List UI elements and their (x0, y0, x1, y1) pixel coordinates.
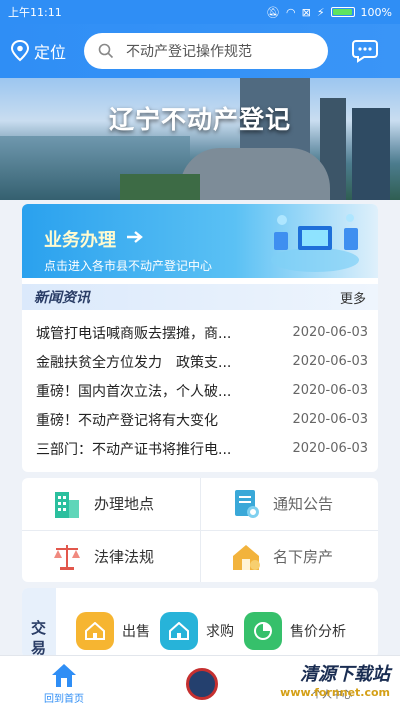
search-placeholder: 不动产登记操作规范 (126, 44, 252, 60)
trade-section: 交易 出售 求购 售价分析 (22, 588, 378, 658)
banner-park (120, 174, 200, 200)
news-item[interactable]: 城管打电话喊商贩去摆摊，商... 2020-06-03 (36, 318, 368, 347)
grid-item-office-location[interactable]: 办理地点 (22, 478, 199, 529)
news-item-date: 2020-06-03 (292, 354, 368, 369)
service-illustration (271, 214, 359, 272)
trade-item-sell[interactable]: 出售 (76, 612, 150, 650)
news-item-title: 城管打电话喊商贩去摆摊，商... (36, 325, 232, 342)
watermark-url: www.fornnet.com (280, 686, 390, 699)
house-icon (160, 612, 198, 650)
charging-icon: ⚡︎ (316, 5, 325, 19)
tab-home-label: 回到首页 (44, 694, 84, 705)
house-icon (76, 612, 114, 650)
search-input[interactable]: 不动产登记操作规范 (84, 33, 328, 69)
battery-icon (330, 7, 355, 17)
watermark: 清源下载站 www.fornnet.com (280, 660, 390, 699)
emblem-icon[interactable] (186, 668, 218, 700)
location-pin-icon (10, 40, 30, 62)
chat-bubble-icon (352, 40, 378, 63)
building-icon (50, 487, 84, 521)
news-item-date: 2020-06-03 (292, 412, 368, 427)
status-bar: 上午11:11 🔕︎ ◠ ⊠ ⚡︎ 100% (0, 0, 400, 24)
news-item-date: 2020-06-03 (292, 441, 368, 456)
function-grid: 办理地点 通知公告 法律法规 名下房产 (22, 478, 378, 582)
trade-item-label: 求购 (206, 624, 234, 640)
battery-level: 100% (360, 5, 392, 19)
news-item[interactable]: 金融扶贫全方位发力 政策支... 2020-06-03 (36, 347, 368, 376)
news-item[interactable]: 三部门：不动产证书将推行电... 2020-06-03 (36, 434, 368, 463)
news-list: 城管打电话喊商贩去摆摊，商... 2020-06-03 金融扶贫全方位发力 政策… (36, 318, 368, 463)
search-icon (98, 43, 114, 59)
pie-chart-icon (244, 612, 282, 650)
grid-item-label: 法律法规 (94, 548, 155, 566)
status-icons: 🔕︎ ◠ ⊠ ⚡︎ 100% (266, 6, 392, 19)
grid-item-notices[interactable]: 通知公告 (201, 478, 378, 529)
home-icon (52, 664, 76, 687)
banner-title: 辽宁不动产登记 (108, 105, 291, 134)
news-item[interactable]: 重磅！不动产登记将有大变化 2020-06-03 (36, 405, 368, 434)
main-card: 业务办理 点击进入各市县不动产登记中心 新闻资讯 更多 城管打电话喊商贩去摆摊，… (22, 204, 378, 472)
tab-home[interactable]: 回到首页 (44, 662, 84, 705)
message-button[interactable] (352, 38, 378, 64)
sim-icon: ⊠ (301, 5, 311, 19)
trade-item-buy[interactable]: 求购 (160, 612, 234, 650)
house-icon (229, 540, 263, 574)
grid-item-my-property[interactable]: 名下房产 (201, 531, 378, 582)
watermark-title: 清源下载站 (300, 664, 390, 685)
location-label: 定位 (34, 43, 67, 62)
grid-item-label: 名下房产 (273, 548, 334, 566)
grid-item-label: 通知公告 (273, 495, 334, 513)
news-item-title: 重磅！国内首次立法，个人破... (36, 383, 232, 400)
notice-icon (229, 487, 263, 521)
scales-icon (50, 540, 84, 574)
news-item-date: 2020-06-03 (292, 325, 368, 340)
news-item-title: 金融扶贫全方位发力 政策支... (36, 354, 232, 371)
city-banner[interactable]: 辽宁不动产登记 (0, 78, 400, 200)
wifi-icon: ◠ (285, 5, 296, 19)
news-item-title: 重磅！不动产登记将有大变化 (36, 412, 218, 429)
trade-item-label: 售价分析 (290, 624, 346, 640)
news-more-link[interactable]: 更多 (340, 288, 366, 307)
banner-stadium (180, 148, 330, 200)
service-banner[interactable]: 业务办理 点击进入各市县不动产登记中心 (22, 204, 378, 278)
news-header: 新闻资讯 更多 (22, 284, 378, 310)
arrow-right-icon (127, 231, 143, 243)
location-button[interactable]: 定位 (10, 39, 84, 63)
service-title: 业务办理 (44, 230, 116, 251)
grid-item-laws[interactable]: 法律法规 (22, 531, 199, 582)
news-title: 新闻资讯 (34, 290, 90, 306)
trade-item-price-analysis[interactable]: 售价分析 (244, 612, 346, 650)
grid-item-label: 办理地点 (94, 495, 155, 513)
service-subtitle: 点击进入各市县不动产登记中心 (44, 259, 213, 273)
mute-icon: 🔕︎ (266, 5, 280, 19)
trade-label: 交易 (22, 588, 56, 658)
header: 定位 不动产登记操作规范 (0, 24, 400, 78)
news-item-date: 2020-06-03 (292, 383, 368, 398)
trade-item-label: 出售 (122, 624, 150, 640)
news-item[interactable]: 重磅！国内首次立法，个人破... 2020-06-03 (36, 376, 368, 405)
news-item-title: 三部门：不动产证书将推行电... (36, 441, 232, 458)
bottom-tab-bar: 回到首页 个人中心 清源下载站 www.fornnet.com (0, 655, 400, 711)
status-time: 上午11:11 (8, 6, 62, 19)
